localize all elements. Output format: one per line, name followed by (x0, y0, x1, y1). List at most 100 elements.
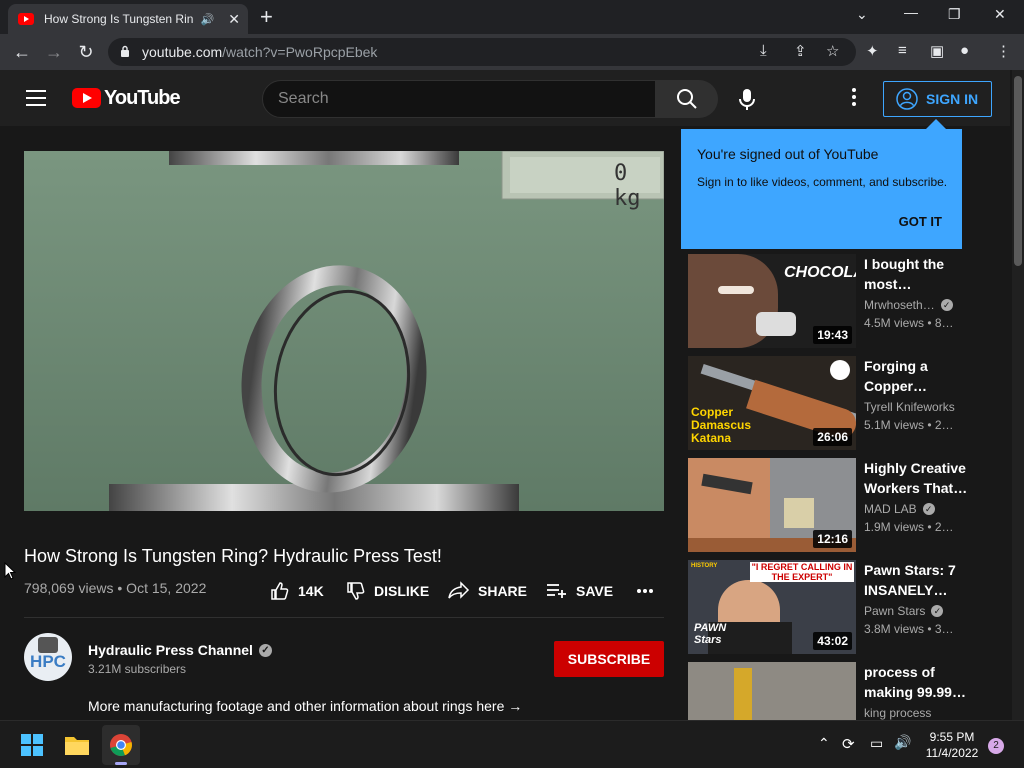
related-channel: king process (864, 706, 931, 720)
youtube-logo-icon[interactable] (72, 88, 101, 108)
clock-date: 11/4/2022 (925, 746, 979, 760)
verified-check-icon: ✓ (922, 503, 935, 515)
close-window-button[interactable]: ✕ (994, 6, 1006, 23)
video-frame-image (24, 151, 664, 511)
speaker-icon[interactable]: 🔊 (201, 13, 215, 26)
related-title[interactable]: process of making 99.99… (864, 662, 968, 702)
related-thumbnail[interactable]: CHOCOLATE 19:43 (688, 254, 856, 348)
chrome-taskbar-button[interactable] (102, 725, 140, 765)
media-control-icon[interactable]: ≡ (898, 42, 907, 59)
scale-readout: 0 kg (614, 161, 641, 211)
related-channel-name: Tyrell Knifeworks (864, 400, 955, 414)
got-it-button[interactable]: GOT IT (899, 214, 942, 229)
thumb-text: CHOCOLATE (784, 264, 856, 281)
video-player[interactable]: 0 kg (24, 151, 664, 511)
tab-search-chevron-icon[interactable]: ⌄ (856, 6, 868, 23)
related-video[interactable]: HISTORY "I REGRET CALLING IN THE EXPERT"… (688, 560, 988, 654)
windows-start-icon[interactable] (20, 733, 44, 757)
system-clock[interactable]: 9:55 PM 11/4/2022 (922, 729, 982, 761)
popup-title: You're signed out of YouTube (697, 146, 879, 162)
reload-button[interactable]: ↻ (74, 40, 98, 64)
address-bar[interactable]: youtube.com/watch?v=PwoRpcpEbek ⤓ ⇪ ☆ (108, 38, 856, 66)
share-button[interactable]: SHARE (448, 580, 527, 602)
tab-close-icon[interactable]: ✕ (228, 11, 240, 28)
share-page-icon[interactable]: ⇪ (794, 42, 807, 60)
forward-button[interactable]: → (42, 40, 66, 64)
browser-toolbar: ← → ↻ youtube.com/watch?v=PwoRpcpEbek ⤓ … (0, 34, 1024, 70)
search-icon (677, 89, 697, 109)
related-thumbnail[interactable]: Copper Damascus Katana 26:06 (688, 356, 856, 450)
youtube-header: YouTube SIGN IN (0, 70, 1010, 126)
channel-name-text[interactable]: Hydraulic Press Channel (88, 642, 253, 658)
related-views: 5.1M views • 2… (864, 418, 954, 432)
related-thumbnail[interactable] (688, 662, 856, 720)
tab-title: How Strong Is Tungsten Ring? Hydraulic P… (44, 12, 193, 26)
browser-tab-active[interactable]: How Strong Is Tungsten Ring? Hydraulic P… (8, 4, 248, 34)
new-tab-button[interactable]: + (260, 5, 273, 29)
thumb-text: "I REGRET CALLING IN THE EXPERT" (750, 562, 854, 582)
page-scrollbar[interactable] (1012, 70, 1024, 720)
notification-badge[interactable]: 2 (988, 738, 1004, 754)
channel-avatar[interactable]: HPC (24, 633, 72, 681)
related-thumbnail[interactable]: HISTORY "I REGRET CALLING IN THE EXPERT"… (688, 560, 856, 654)
duration-badge: 43:02 (813, 632, 852, 650)
restore-button[interactable]: ❐ (948, 6, 961, 23)
related-channel: Mrwhoseth… ✓ (864, 298, 953, 312)
url-text[interactable]: youtube.com/watch?v=PwoRpcpEbek (142, 44, 377, 60)
install-app-icon[interactable]: ⤓ (760, 42, 767, 59)
taskbar: ⌃ ⟳ ▭ 🔊 9:55 PM 11/4/2022 2 (0, 720, 1024, 768)
thumb-badge: HISTORY (691, 563, 718, 569)
network-icon[interactable]: ▭ (870, 735, 883, 752)
related-video[interactable]: CHOCOLATE 19:43 I bought the most… Mrwho… (688, 254, 988, 348)
verified-check-icon: ✓ (258, 643, 272, 657)
related-title[interactable]: Forging a Copper… (864, 356, 968, 396)
subscribe-button[interactable]: SUBSCRIBE (554, 641, 664, 677)
clock-time: 9:55 PM (929, 730, 975, 744)
related-video[interactable]: 12:16 Highly Creative Workers That… MAD … (688, 458, 988, 552)
minimize-button[interactable]: — (904, 4, 918, 20)
bookmark-star-icon[interactable]: ☆ (826, 42, 839, 60)
video-description[interactable]: More manufacturing footage and other inf… (88, 698, 522, 714)
hamburger-menu-icon[interactable] (26, 90, 46, 106)
related-views: 4.5M views • 8… (864, 316, 954, 330)
mouse-cursor-icon (4, 562, 16, 580)
like-button[interactable]: 14K (270, 580, 324, 602)
browser-titlebar: How Strong Is Tungsten Ring? Hydraulic P… (0, 0, 1024, 34)
related-title[interactable]: Highly Creative Workers That… (864, 458, 968, 498)
sign-in-label: SIGN IN (926, 91, 979, 107)
side-panel-icon[interactable]: ▣ (930, 42, 944, 60)
related-title[interactable]: I bought the most… (864, 254, 968, 294)
channel-avatar-text: HPC (30, 652, 66, 671)
related-channel: Tyrell Knifeworks (864, 400, 955, 414)
sign-in-button[interactable]: SIGN IN (883, 81, 992, 117)
related-video[interactable]: Copper Damascus Katana 26:06 Forging a C… (688, 356, 988, 450)
channel-name[interactable]: Hydraulic Press Channel ✓ (88, 642, 272, 658)
search-button[interactable] (656, 80, 718, 118)
scrollbar-thumb[interactable] (1014, 76, 1022, 266)
more-actions-icon[interactable] (636, 580, 662, 602)
extensions-icon[interactable]: ✦ (866, 42, 879, 60)
related-title[interactable]: Pawn Stars: 7 INSANELY… (864, 560, 968, 600)
sync-icon[interactable]: ⟳ (842, 735, 855, 753)
related-channel-name: king process (864, 706, 932, 720)
back-button[interactable]: ← (10, 40, 34, 64)
tray-chevron-icon[interactable]: ⌃ (818, 735, 830, 752)
lock-icon[interactable] (120, 45, 130, 57)
save-label: SAVE (576, 583, 614, 599)
youtube-logo-text[interactable]: YouTube (104, 87, 181, 110)
file-explorer-icon[interactable] (64, 734, 90, 756)
related-thumbnail[interactable]: 12:16 (688, 458, 856, 552)
dislike-button[interactable]: DISLIKE (346, 580, 429, 602)
dislike-label: DISLIKE (374, 583, 430, 599)
save-button[interactable]: SAVE (546, 580, 613, 602)
volume-icon[interactable]: 🔊 (894, 734, 911, 751)
related-channel: Pawn Stars ✓ (864, 604, 944, 618)
settings-more-icon[interactable] (846, 88, 862, 108)
related-video[interactable]: process of making 99.99… king process (688, 662, 988, 720)
chrome-menu-icon[interactable]: ⋮ (996, 42, 1011, 60)
voice-search-button[interactable] (730, 82, 764, 116)
thumbs-down-icon (347, 582, 365, 600)
profile-icon[interactable]: ● (960, 42, 969, 59)
search-input[interactable] (263, 81, 623, 117)
playlist-add-icon (547, 584, 566, 598)
